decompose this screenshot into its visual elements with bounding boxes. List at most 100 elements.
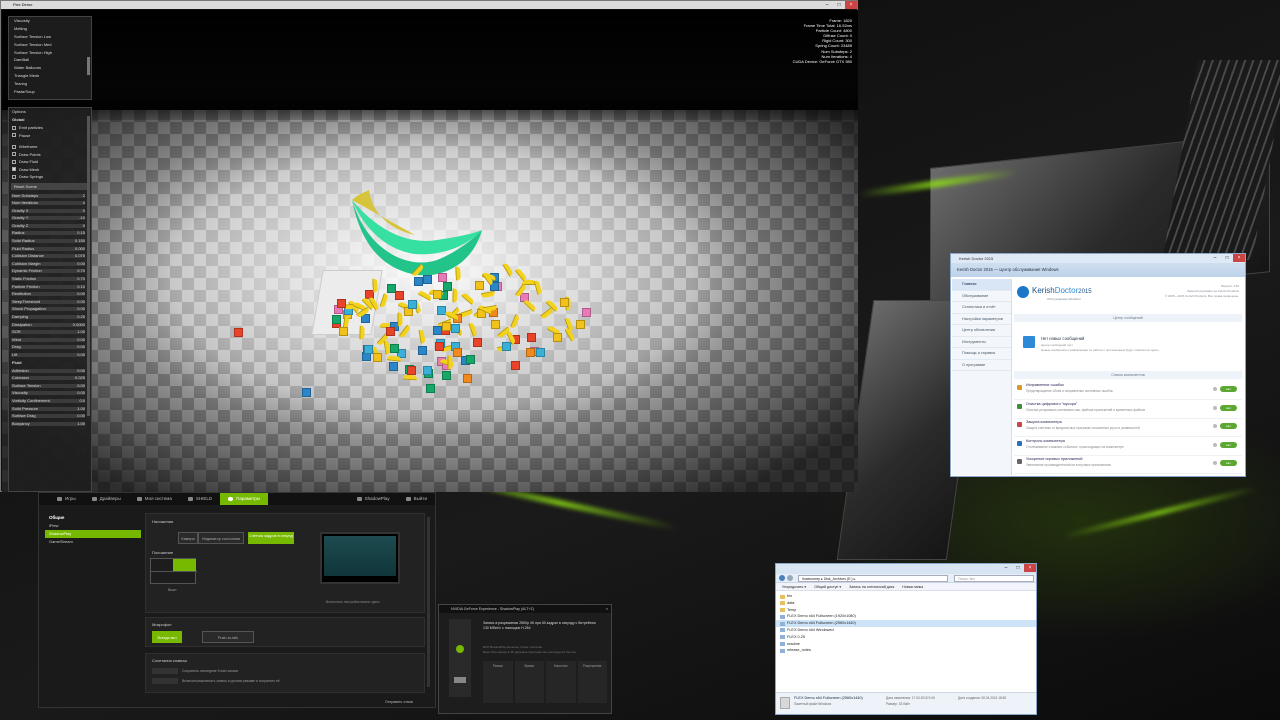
option-checkbox[interactable]: Draw Fluid bbox=[9, 158, 91, 166]
quality-tile[interactable]: Качество bbox=[546, 661, 576, 703]
maximize-button[interactable]: □ bbox=[833, 1, 845, 9]
minimize-button[interactable]: – bbox=[1209, 254, 1221, 262]
nav-item[interactable]: О программе bbox=[952, 360, 1011, 371]
minimize-button[interactable]: – bbox=[821, 1, 833, 9]
file-list-item[interactable]: FLEX 0.25 bbox=[776, 634, 1036, 641]
settings-dot-icon[interactable] bbox=[1213, 424, 1217, 428]
parameter-slider[interactable]: Static Friction 0.70 bbox=[9, 275, 91, 283]
maximize-button[interactable]: □ bbox=[1221, 254, 1233, 262]
close-button[interactable]: × bbox=[1233, 254, 1245, 262]
component-toggle[interactable]: вкл bbox=[1220, 423, 1237, 429]
component-toggle[interactable]: вкл bbox=[1220, 386, 1237, 392]
nav-item[interactable]: Обслуживание bbox=[952, 291, 1011, 302]
feedback-link[interactable]: Отправить отзыв bbox=[385, 700, 413, 704]
settings-dot-icon[interactable] bbox=[1213, 387, 1217, 391]
scene-list-item[interactable]: Melting bbox=[9, 25, 91, 33]
logout-button[interactable]: Выйти bbox=[398, 493, 435, 505]
scene-list-item[interactable]: Surface Tension High bbox=[9, 49, 91, 57]
sidebar-item-iplew[interactable]: iPlew bbox=[45, 522, 141, 530]
parameter-slider[interactable]: Surface Tension 0.00 bbox=[9, 382, 91, 390]
parameter-slider[interactable]: SleepThreshold 0.00 bbox=[9, 298, 91, 306]
parameter-slider[interactable]: Num Substeps 2 bbox=[9, 192, 91, 200]
settings-dot-icon[interactable] bbox=[1213, 405, 1217, 410]
folder-icon[interactable] bbox=[454, 677, 466, 683]
parameter-slider[interactable]: Collision Distance 0.075 bbox=[9, 252, 91, 260]
parameter-slider[interactable]: Particle Friction 0.10 bbox=[9, 283, 91, 291]
push-to-talk-button[interactable]: Push-to-talk bbox=[202, 631, 254, 643]
tab-shield[interactable]: SHIELD bbox=[180, 493, 220, 505]
tab-my-system[interactable]: Моя система bbox=[129, 493, 180, 505]
scene-list-item[interactable]: DamBall bbox=[9, 56, 91, 64]
option-checkbox[interactable]: Wireframe bbox=[9, 143, 91, 151]
scene-list-item[interactable]: Pasta/Soup bbox=[9, 88, 91, 96]
parameter-slider[interactable]: Drag 0.00 bbox=[9, 343, 91, 351]
scene-list-item[interactable]: Viscosity bbox=[9, 17, 91, 25]
parameter-slider[interactable]: Shock Propagation 0.00 bbox=[9, 305, 91, 313]
parameter-slider[interactable]: Viscosity 0.00 bbox=[9, 389, 91, 397]
parameter-slider[interactable]: Adhesion 0.00 bbox=[9, 367, 91, 375]
file-list-item[interactable]: readme bbox=[776, 641, 1036, 648]
shadowplay-button[interactable]: ShadowPlay bbox=[349, 493, 398, 505]
scene-list-item[interactable]: Surface Tension Med bbox=[9, 41, 91, 49]
parameter-slider[interactable]: Collision Margin 0.00 bbox=[9, 260, 91, 268]
forward-arrow-icon[interactable] bbox=[787, 575, 793, 581]
component-toggle[interactable]: вкл bbox=[1220, 441, 1237, 448]
time-tile[interactable]: Время bbox=[514, 661, 544, 703]
tab-settings[interactable]: Параметры bbox=[220, 493, 269, 505]
sidebar-item-gamestream[interactable]: GameStream bbox=[45, 538, 141, 546]
fps-counter-button[interactable]: Счетчик кадров в секунду bbox=[248, 532, 294, 544]
parameter-slider[interactable]: Solid Radius 0.150 bbox=[9, 237, 91, 245]
hotkey-field-1[interactable] bbox=[152, 668, 178, 674]
tab-drivers[interactable]: Драйверы bbox=[84, 493, 129, 505]
file-list-item[interactable]: FLEX Demo x64 Fullscreen (1920x1080) bbox=[776, 613, 1036, 620]
settings-dot-icon[interactable] bbox=[1213, 461, 1217, 465]
position-top-right[interactable] bbox=[173, 559, 196, 571]
share-button[interactable]: Общий доступ ▾ bbox=[814, 583, 841, 590]
parameter-slider[interactable]: Lift 0.00 bbox=[9, 351, 91, 359]
mode-tile[interactable]: Режим bbox=[483, 661, 513, 703]
mic-always-on-button[interactable]: Всегда вкл bbox=[152, 631, 182, 643]
nav-item[interactable]: Помощь и справка bbox=[952, 348, 1011, 360]
option-checkbox[interactable]: Pause bbox=[9, 132, 91, 140]
parameter-slider[interactable]: Gravity Z 0 bbox=[9, 222, 91, 230]
sidebar-item-shadowplay[interactable]: ShadowPlay bbox=[45, 530, 141, 538]
component-toggle[interactable]: вкл bbox=[1220, 404, 1237, 411]
option-checkbox[interactable]: Draw Points bbox=[9, 151, 91, 159]
parameter-slider[interactable]: Restitution 0.00 bbox=[9, 290, 91, 298]
file-list-item[interactable]: FLEX Demo x64 Windowed bbox=[776, 627, 1036, 634]
option-checkbox[interactable]: Emit particles bbox=[9, 124, 91, 132]
explorer-titlebar[interactable]: – □ × bbox=[776, 564, 1036, 574]
option-checkbox[interactable]: Draw Mesh bbox=[9, 166, 91, 174]
back-arrow-icon[interactable] bbox=[779, 575, 785, 581]
file-list-item[interactable]: release_notes bbox=[776, 647, 1036, 654]
file-list-item[interactable]: FLEX Demo x64 Fullscreen (2560x1440) bbox=[776, 620, 1036, 627]
close-button[interactable]: × bbox=[845, 1, 857, 9]
settings-dot-icon[interactable] bbox=[1213, 442, 1217, 447]
slider-track[interactable] bbox=[11, 352, 85, 357]
status-indicator-button[interactable]: Индикатор состояния bbox=[198, 532, 244, 544]
parameter-slider[interactable]: Dissipation 0.0000 bbox=[9, 321, 91, 329]
shadowplay-titlebar[interactable]: NVIDIA GeForce Experience - ShadowPlay (… bbox=[439, 605, 611, 613]
hotkey-field-2[interactable] bbox=[152, 678, 178, 684]
parameter-slider[interactable]: Fluid Radius 0.000 bbox=[9, 245, 91, 253]
slider-track[interactable] bbox=[11, 330, 85, 335]
parameter-slider[interactable]: Num Iterations 4 bbox=[9, 199, 91, 207]
parameter-slider[interactable]: SOR 1.00 bbox=[9, 328, 91, 336]
flex-titlebar[interactable]: Flex Demo – □ × bbox=[1, 1, 857, 9]
maximize-button[interactable]: □ bbox=[1012, 564, 1024, 572]
close-icon[interactable]: × bbox=[606, 605, 608, 613]
scene-list-scrollbar[interactable] bbox=[87, 57, 90, 75]
file-list-item[interactable]: data bbox=[776, 600, 1036, 607]
minimize-button[interactable]: – bbox=[1000, 564, 1012, 572]
parameter-slider[interactable]: Cohesion 0.025 bbox=[9, 374, 91, 382]
tab-games[interactable]: Игры bbox=[49, 493, 84, 505]
resolution-tile[interactable]: Разрешение bbox=[577, 661, 607, 703]
close-button[interactable]: × bbox=[1024, 564, 1036, 572]
parameter-slider[interactable]: Surface Drag 0.00 bbox=[9, 412, 91, 420]
new-folder-button[interactable]: Новая папка bbox=[902, 583, 923, 590]
3d-viewport[interactable]: Viscosity Melting Surface Tension Low Surfa… bbox=[2, 10, 858, 492]
scene-list-item[interactable]: Triangle Mesh bbox=[9, 72, 91, 80]
component-toggle[interactable]: вкл bbox=[1220, 460, 1237, 466]
position-grid[interactable] bbox=[150, 558, 197, 584]
burn-button[interactable]: Запись на оптический диск bbox=[849, 583, 894, 590]
